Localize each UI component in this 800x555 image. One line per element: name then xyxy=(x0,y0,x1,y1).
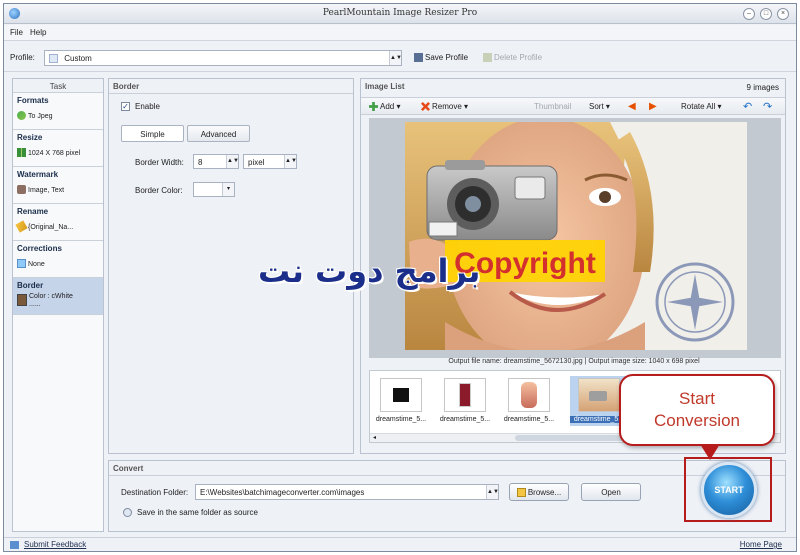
move-right-icon[interactable]: ▶ xyxy=(649,101,657,112)
task-value: To Jpeg xyxy=(28,113,53,120)
save-icon xyxy=(414,53,423,62)
task-value: Color : cWhite xyxy=(29,293,73,300)
close-button[interactable]: × xyxy=(777,8,789,20)
chevron-down-icon: ▲▼ xyxy=(389,51,402,65)
task-title: Corrections xyxy=(17,244,62,253)
callout-line-1: Start xyxy=(679,389,715,408)
remove-button[interactable]: Remove ▾ xyxy=(421,102,468,111)
menu-help[interactable]: Help xyxy=(30,28,46,37)
border-color-label: Border Color: xyxy=(135,186,183,195)
convert-icon xyxy=(17,111,26,120)
task-item-formats[interactable]: Formats To Jpeg xyxy=(13,93,103,130)
spinner-icon[interactable]: ▲▼ xyxy=(226,155,239,168)
scroll-left-icon[interactable]: ◂ xyxy=(373,434,376,441)
resize-icon xyxy=(17,148,26,157)
corrections-icon xyxy=(17,259,26,268)
preview-photo: Copyright xyxy=(405,122,747,350)
tab-advanced[interactable]: Advanced xyxy=(187,125,250,142)
profile-bar: Profile: Custom ▲▼ Save Profile Delete P… xyxy=(4,42,796,72)
delete-profile-button[interactable]: Delete Profile xyxy=(483,53,542,62)
home-page-link[interactable]: Home Page xyxy=(740,540,782,549)
rotate-right-icon[interactable]: ↷ xyxy=(763,100,772,113)
chevron-down-icon: ▲▼ xyxy=(486,485,499,499)
task-pane: Task Formats To Jpeg Resize 1024 X 768 p… xyxy=(12,78,104,532)
task-item-corrections[interactable]: Corrections None xyxy=(13,241,103,278)
menu-file[interactable]: File xyxy=(10,28,23,37)
add-button[interactable]: Add ▾ xyxy=(369,102,400,111)
border-icon xyxy=(17,294,27,306)
sort-button[interactable]: Sort ▾ xyxy=(589,102,610,111)
profile-label: Profile: xyxy=(10,53,35,62)
pencil-icon xyxy=(15,220,28,233)
task-item-resize[interactable]: Resize 1024 X 768 pixel xyxy=(13,130,103,167)
plus-icon xyxy=(369,102,378,111)
tab-simple[interactable]: Simple xyxy=(121,125,184,142)
task-item-watermark[interactable]: Watermark Image, Text xyxy=(13,167,103,204)
profile-select[interactable]: Custom ▲▼ xyxy=(44,50,402,66)
status-bar: Submit Feedback Home Page xyxy=(4,537,796,551)
task-item-border[interactable]: Border Color : cWhite ...... xyxy=(13,278,103,315)
submit-feedback-link[interactable]: Submit Feedback xyxy=(24,540,86,549)
save-profile-button[interactable]: Save Profile xyxy=(414,53,468,62)
folder-icon xyxy=(516,488,526,497)
woman-with-camera-photo: Copyright xyxy=(405,122,747,350)
minimize-button[interactable]: – xyxy=(743,8,755,20)
border-width-label: Border Width: xyxy=(135,158,184,167)
title-bar: PearlMountain Image Resizer Pro – □ × xyxy=(4,4,796,24)
chevron-down-icon: ▾ xyxy=(222,183,234,196)
task-item-rename[interactable]: Rename {Original_Na... xyxy=(13,204,103,241)
browse-button[interactable]: Browse... xyxy=(509,483,569,501)
thumbnail-item[interactable]: dreamstime_5... xyxy=(372,376,430,426)
start-button[interactable]: START xyxy=(701,462,757,518)
same-folder-label: Save in the same folder as source xyxy=(137,508,258,517)
convert-header: Convert xyxy=(113,464,144,473)
maximize-button[interactable]: □ xyxy=(760,8,772,20)
task-title: Rename xyxy=(17,207,49,216)
task-value: {Original_Na... xyxy=(28,224,74,231)
profile-doc-icon xyxy=(49,54,58,63)
thumbnail-item[interactable]: dreamstime_5... xyxy=(436,376,494,426)
remove-icon xyxy=(421,102,430,111)
profile-value: Custom xyxy=(64,54,92,63)
chevron-down-icon: ▲▼ xyxy=(284,155,297,168)
delete-icon xyxy=(483,53,492,62)
image-list-header: Image List xyxy=(365,82,405,91)
border-unit-select[interactable]: pixel ▲▼ xyxy=(243,154,297,169)
rotate-all-button[interactable]: Rotate All ▾ xyxy=(681,102,722,111)
task-pane-header: Task xyxy=(13,79,103,93)
task-value: Image, Text xyxy=(28,187,65,194)
callout-line-2: Conversion xyxy=(654,411,740,430)
same-folder-radio[interactable] xyxy=(123,508,132,517)
task-value: None xyxy=(28,261,45,268)
image-count: 9 images xyxy=(746,83,779,92)
watermark-icon xyxy=(17,185,26,194)
destination-label: Destination Folder: xyxy=(121,488,189,497)
window-title: PearlMountain Image Resizer Pro xyxy=(322,8,478,18)
border-width-input[interactable]: 8 ▲▼ xyxy=(193,154,239,169)
thumbnail-item[interactable]: dreamstime_5... xyxy=(500,376,558,426)
thumbnail-button[interactable]: Thumbnail xyxy=(534,102,571,111)
image-preview: Copyright xyxy=(369,118,781,358)
site-watermark-overlay: برامج دوت نت xyxy=(258,252,481,290)
border-color-picker[interactable]: ▾ xyxy=(193,182,235,197)
move-left-icon[interactable]: ◀ xyxy=(628,101,636,112)
task-title: Border xyxy=(17,281,44,290)
scroll-thumb[interactable] xyxy=(515,435,625,441)
feedback-icon xyxy=(10,541,19,549)
open-button[interactable]: Open xyxy=(581,483,641,501)
enable-label: Enable xyxy=(135,102,160,111)
task-value-extra: ...... xyxy=(29,301,41,308)
output-caption: Output file name: dreamstime_5672130.jpg… xyxy=(448,358,700,365)
enable-checkbox[interactable]: ✓ xyxy=(121,102,130,111)
task-title: Watermark xyxy=(17,170,59,179)
image-list-toolbar: Add ▾ Remove ▾ Thumbnail Sort ▾ ◀ ▶ Rota… xyxy=(361,97,785,115)
task-value: 1024 X 768 pixel xyxy=(28,150,81,157)
start-conversion-callout: Start Conversion xyxy=(619,374,775,446)
border-panel-header: Border xyxy=(113,82,140,91)
task-title: Formats xyxy=(17,96,49,105)
destination-folder-input[interactable]: E:\Websites\batchimageconverter.com\imag… xyxy=(195,484,499,500)
rotate-left-icon[interactable]: ↶ xyxy=(743,100,752,113)
menu-bar: File Help xyxy=(4,25,796,41)
task-title: Resize xyxy=(17,133,43,142)
